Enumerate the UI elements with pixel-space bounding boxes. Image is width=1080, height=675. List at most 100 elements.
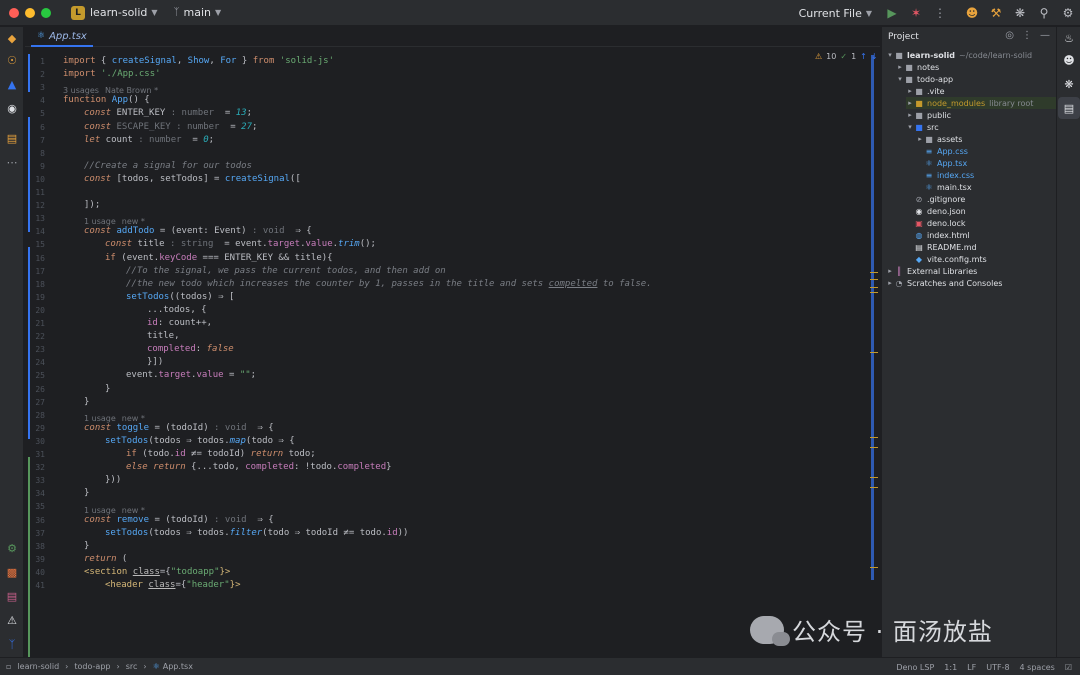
tree-file-deno-lock[interactable]: ▣ deno.lock [906, 217, 965, 229]
code-editor[interactable]: ⚛ App.tsx ⚠ 10 ✓ 1 ↑ ↓ 1 2 3 4 5 6 7 8 9 10 11 12 13… [25, 27, 880, 657]
code-line[interactable]: id: count++, [147, 317, 212, 330]
code-line[interactable]: import { createSignal, Show, For } from … [63, 55, 334, 68]
warning-marker[interactable] [870, 279, 878, 280]
line-number[interactable]: 40 [25, 568, 45, 577]
line-separator[interactable]: LF [967, 663, 976, 672]
tree-folder-public[interactable]: ▸ ■ public [906, 109, 951, 121]
services-icon[interactable]: ⚙ [0, 537, 24, 559]
commit-icon[interactable]: ☉ [0, 49, 24, 71]
minimize-icon[interactable]: — [1040, 30, 1050, 41]
project-name[interactable]: learn-solid [90, 6, 147, 19]
line-number[interactable]: 33 [25, 476, 45, 485]
copilot-icon[interactable]: ☻ [1058, 49, 1080, 71]
code-line[interactable]: import './App.css' [63, 68, 161, 81]
line-number[interactable]: 16 [25, 254, 45, 263]
warning-marker[interactable] [870, 437, 878, 438]
code-line[interactable]: function App() { [63, 94, 150, 107]
warning-marker[interactable] [870, 567, 878, 568]
line-number[interactable]: 29 [25, 424, 45, 433]
tree-folder-assets[interactable]: ▸ ■ assets [916, 133, 962, 145]
run-icon[interactable]: ▶ [880, 0, 904, 26]
line-number[interactable]: 4 [25, 96, 45, 105]
line-number[interactable]: 37 [25, 529, 45, 538]
line-number[interactable]: 31 [25, 450, 45, 459]
tree-folder-node-modules[interactable]: ▸ ■ node_modules library root [906, 97, 1057, 109]
warning-marker[interactable] [870, 287, 878, 288]
code-line[interactable]: }]) [147, 356, 163, 369]
learn-icon[interactable]: ▲ [0, 73, 24, 95]
debug-icon[interactable]: ✶ [904, 0, 928, 26]
line-number[interactable]: 32 [25, 463, 45, 472]
minimize-window-button[interactable] [25, 7, 35, 18]
tree-file-index-css[interactable]: ≡ index.css [916, 169, 975, 181]
code-line[interactable]: const addTodo = (event: Event) : void ⇒ … [84, 225, 312, 238]
chevron-down-icon[interactable]: ▼ [215, 8, 221, 17]
line-number[interactable]: 18 [25, 280, 45, 289]
breadcrumb-item[interactable]: src [126, 662, 138, 671]
chevron-right-icon[interactable]: ▸ [906, 99, 914, 107]
lsp-status[interactable]: Deno LSP [896, 663, 934, 672]
line-number[interactable]: 2 [25, 70, 45, 79]
line-number[interactable]: 36 [25, 516, 45, 525]
warning-marker[interactable] [870, 477, 878, 478]
git-icon[interactable]: ᛉ [0, 633, 24, 655]
code-line[interactable]: } [84, 540, 89, 553]
line-number[interactable]: 28 [25, 411, 45, 420]
chevron-right-icon[interactable]: ▸ [906, 87, 914, 95]
code-line[interactable]: <section class={"todoapp"}> [84, 566, 230, 579]
tree-file-deno-json[interactable]: ◉ deno.json [906, 205, 966, 217]
chevron-right-icon[interactable]: ▸ [886, 267, 894, 275]
chevron-down-icon[interactable]: ▼ [151, 8, 157, 17]
tree-scratches-consoles[interactable]: ▸ ◔ Scratches and Consoles [886, 277, 1002, 289]
scrollbar-thumb[interactable] [871, 55, 874, 580]
chevron-right-icon[interactable]: ▸ [896, 63, 904, 71]
warning-marker[interactable] [870, 447, 878, 448]
chevron-down-icon[interactable]: ▾ [886, 51, 894, 59]
line-number[interactable]: 15 [25, 240, 45, 249]
line-number[interactable]: 10 [25, 175, 45, 184]
line-number[interactable]: 8 [25, 149, 45, 158]
code-with-me-icon[interactable]: ☻ [960, 0, 984, 26]
line-number[interactable]: 41 [25, 581, 45, 590]
tree-folder-vite[interactable]: ▸ ■ .vite [906, 85, 944, 97]
ai-assistant-icon[interactable]: ❋ [1008, 0, 1032, 26]
chevron-right-icon[interactable]: ▸ [916, 135, 924, 143]
line-number[interactable]: 20 [25, 306, 45, 315]
code-line[interactable]: completed: false [147, 343, 234, 356]
tree-folder-notes[interactable]: ▸ ■ notes [896, 61, 939, 73]
warning-marker[interactable] [870, 272, 878, 273]
code-line[interactable]: const ENTER_KEY : number = 13; [84, 107, 252, 120]
code-line[interactable]: } [84, 396, 89, 409]
code-area[interactable]: 1 2 3 4 5 6 7 8 9 10 11 12 13 14 15 16 17 18 19 20 21 22 23 24 2… [25, 27, 868, 657]
code-line[interactable]: } [105, 383, 110, 396]
code-line[interactable]: if (event.keyCode === ENTER_KEY && title… [105, 252, 333, 265]
tree-file-gitignore[interactable]: ⊘ .gitignore [906, 193, 966, 205]
code-line[interactable]: //Create a signal for our todos [84, 160, 252, 173]
code-line[interactable]: let count : number = 0; [84, 134, 214, 147]
more-vertical-icon[interactable]: ⋮ [1022, 30, 1032, 41]
tree-folder-src[interactable]: ▾ ■ src [906, 121, 938, 133]
code-line[interactable]: title, [147, 330, 180, 343]
warning-marker[interactable] [870, 487, 878, 488]
code-line[interactable]: const remove = (todoId) : void ⇒ { [84, 514, 274, 527]
chevron-right-icon[interactable]: ▸ [886, 279, 894, 287]
maximize-window-button[interactable] [41, 7, 51, 18]
line-number[interactable]: 17 [25, 267, 45, 276]
warning-marker[interactable] [870, 292, 878, 293]
line-number[interactable]: 26 [25, 385, 45, 394]
error-stripe[interactable] [868, 47, 880, 657]
settings-gear-icon[interactable]: ⚙ [1056, 0, 1080, 26]
line-number[interactable]: 9 [25, 162, 45, 171]
line-number[interactable]: 3 [25, 83, 45, 92]
chevron-down-icon[interactable]: ▾ [906, 123, 914, 131]
chevron-right-icon[interactable]: ▸ [906, 111, 914, 119]
breadcrumb-item[interactable]: todo-app [74, 662, 110, 671]
line-number[interactable]: 14 [25, 227, 45, 236]
code-line[interactable]: event.target.value = ""; [126, 369, 256, 382]
tree-file-app-css[interactable]: ≡ App.css [916, 145, 968, 157]
line-number[interactable]: 38 [25, 542, 45, 551]
code-line[interactable]: const [todos, setTodos] = createSignal([ [84, 173, 301, 186]
code-line[interactable]: return ( [84, 553, 127, 566]
code-line[interactable]: })) [105, 474, 121, 487]
line-number[interactable]: 39 [25, 555, 45, 564]
